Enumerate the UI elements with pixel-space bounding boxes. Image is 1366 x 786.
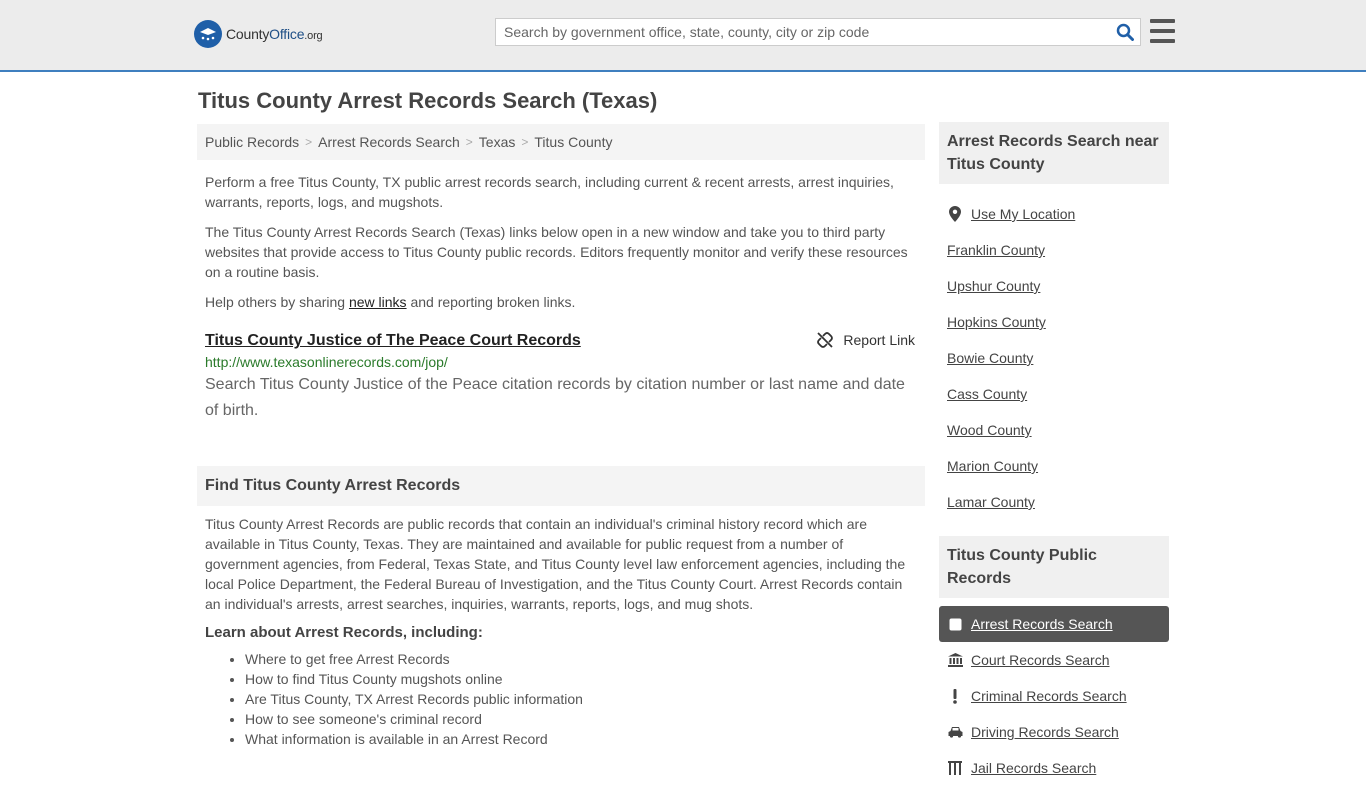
list-item: How to find Titus County mugshots online bbox=[245, 669, 925, 689]
search-box bbox=[495, 18, 1141, 46]
sidebar-item-marion-county: Marion County bbox=[947, 448, 1169, 484]
sidebar-item-arrest-records[interactable]: Arrest Records Search bbox=[939, 606, 1169, 642]
use-location-item: Use My Location bbox=[947, 196, 1169, 232]
county-link[interactable]: Wood County bbox=[947, 422, 1032, 438]
list-item: What information is available in an Arre… bbox=[245, 729, 925, 749]
sidebar-item-franklin-county: Franklin County bbox=[947, 232, 1169, 268]
sidebar-item-cass-county: Cass County bbox=[947, 376, 1169, 412]
record-description: Search Titus County Justice of the Peace… bbox=[205, 376, 905, 419]
county-link[interactable]: Marion County bbox=[947, 458, 1038, 474]
breadcrumb-public-records[interactable]: Public Records bbox=[205, 134, 299, 150]
exclamation-icon bbox=[947, 688, 963, 704]
sidebar: Arrest Records Search near Titus County … bbox=[939, 122, 1169, 786]
sidebar-item-court-records[interactable]: Court Records Search bbox=[939, 642, 1169, 678]
use-my-location-link[interactable]: Use My Location bbox=[971, 206, 1075, 222]
logo-text: CountyOffice.org bbox=[226, 26, 323, 42]
hamburger-menu-icon[interactable] bbox=[1150, 19, 1175, 43]
public-records-list: Arrest Records Search Court Records Sear… bbox=[939, 606, 1169, 786]
list-item: Are Titus County, TX Arrest Records publ… bbox=[245, 689, 925, 709]
breadcrumb-arrest-records-search[interactable]: Arrest Records Search bbox=[318, 134, 460, 150]
breadcrumb-separator: > bbox=[465, 135, 473, 149]
breadcrumb: Public Records > Arrest Records Search >… bbox=[197, 124, 925, 160]
menu-bar bbox=[1150, 19, 1175, 23]
sidebar-item-criminal-records[interactable]: Criminal Records Search bbox=[939, 678, 1169, 714]
menu-bar bbox=[1150, 39, 1175, 43]
record-url: http://www.texasonlinerecords.com/jop/ bbox=[205, 354, 448, 370]
site-logo[interactable]: CountyOffice.org bbox=[194, 20, 323, 48]
sidebar-item-jail-records[interactable]: Jail Records Search bbox=[939, 750, 1169, 786]
new-links-link[interactable]: new links bbox=[349, 294, 407, 310]
sidebar-nearby-heading: Arrest Records Search near Titus County bbox=[939, 122, 1169, 184]
jail-records-search-link[interactable]: Jail Records Search bbox=[971, 760, 1096, 776]
arrest-records-search-link[interactable]: Arrest Records Search bbox=[971, 616, 1113, 632]
main-content: Public Records > Arrest Records Search >… bbox=[197, 124, 925, 749]
intro-paragraph-1: Perform a free Titus County, TX public a… bbox=[205, 174, 894, 210]
find-records-heading: Find Titus County Arrest Records bbox=[197, 466, 925, 506]
checkbox-icon bbox=[947, 618, 963, 631]
broken-link-icon bbox=[817, 332, 834, 348]
report-link-label: Report Link bbox=[843, 332, 915, 348]
logo-text-org: .org bbox=[304, 30, 323, 42]
driving-records-search-link[interactable]: Driving Records Search bbox=[971, 724, 1119, 740]
sidebar-item-lamar-county: Lamar County bbox=[947, 484, 1169, 520]
find-records-body: Titus County Arrest Records are public r… bbox=[205, 516, 906, 612]
court-records-search-link[interactable]: Court Records Search bbox=[971, 652, 1110, 668]
list-item: Where to get free Arrest Records bbox=[245, 649, 925, 669]
record-listing: Titus County Justice of The Peace Court … bbox=[197, 332, 925, 424]
sidebar-public-records-heading: Titus County Public Records bbox=[939, 536, 1169, 598]
county-link[interactable]: Lamar County bbox=[947, 494, 1035, 510]
search-input[interactable] bbox=[496, 19, 1110, 45]
sidebar-item-bowie-county: Bowie County bbox=[947, 340, 1169, 376]
nearby-counties-list: Use My Location Franklin County Upshur C… bbox=[939, 196, 1169, 520]
sidebar-item-driving-records[interactable]: Driving Records Search bbox=[939, 714, 1169, 750]
share-text-before: Help others by sharing bbox=[205, 294, 349, 310]
jail-icon bbox=[947, 761, 963, 775]
criminal-records-search-link[interactable]: Criminal Records Search bbox=[971, 688, 1127, 704]
logo-text-office: Office bbox=[269, 26, 305, 42]
learn-list: Where to get free Arrest Records How to … bbox=[197, 649, 925, 749]
search-icon bbox=[1116, 23, 1134, 41]
sidebar-item-hopkins-county: Hopkins County bbox=[947, 304, 1169, 340]
record-title-link[interactable]: Titus County Justice of The Peace Court … bbox=[205, 332, 581, 350]
car-icon bbox=[947, 726, 963, 738]
breadcrumb-titus-county[interactable]: Titus County bbox=[534, 134, 612, 150]
logo-text-county: County bbox=[226, 26, 270, 42]
report-link-button[interactable]: Report Link bbox=[817, 332, 915, 348]
breadcrumb-texas[interactable]: Texas bbox=[479, 134, 516, 150]
county-link[interactable]: Hopkins County bbox=[947, 314, 1046, 330]
list-item: How to see someone's criminal record bbox=[245, 709, 925, 729]
location-pin-icon bbox=[947, 206, 963, 222]
county-link[interactable]: Upshur County bbox=[947, 278, 1040, 294]
search-button[interactable] bbox=[1110, 19, 1140, 45]
breadcrumb-separator: > bbox=[521, 135, 529, 149]
breadcrumb-separator: > bbox=[305, 135, 313, 149]
share-text-after: and reporting broken links. bbox=[406, 294, 576, 310]
sidebar-item-wood-county: Wood County bbox=[947, 412, 1169, 448]
logo-seal-icon bbox=[194, 20, 222, 48]
county-link[interactable]: Cass County bbox=[947, 386, 1027, 402]
intro-text: Perform a free Titus County, TX public a… bbox=[197, 172, 925, 312]
learn-heading: Learn about Arrest Records, including: bbox=[205, 624, 483, 641]
courthouse-icon bbox=[947, 653, 963, 667]
menu-bar bbox=[1150, 29, 1175, 33]
intro-paragraph-3: Help others by sharing new links and rep… bbox=[205, 292, 917, 312]
page-title: Titus County Arrest Records Search (Texa… bbox=[198, 88, 658, 113]
site-header: CountyOffice.org bbox=[0, 0, 1366, 72]
county-link[interactable]: Franklin County bbox=[947, 242, 1045, 258]
county-link[interactable]: Bowie County bbox=[947, 350, 1033, 366]
intro-paragraph-2: The Titus County Arrest Records Search (… bbox=[205, 224, 908, 280]
sidebar-item-upshur-county: Upshur County bbox=[947, 268, 1169, 304]
